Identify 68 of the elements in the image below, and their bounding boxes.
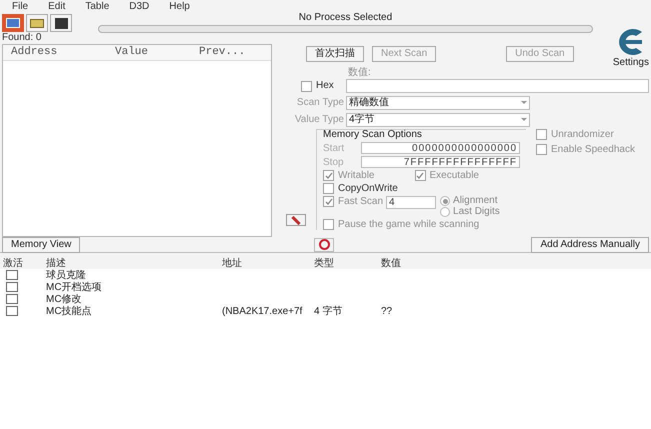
dropdown[interactable]: 精确数值 bbox=[346, 96, 530, 110]
caret-icon bbox=[521, 118, 527, 121]
field-label: Value Type bbox=[294, 113, 345, 127]
table-cell-text: 球员克隆 bbox=[46, 268, 87, 282]
field-label: Stop bbox=[323, 156, 345, 170]
memory-view-button[interactable]: Memory View bbox=[2, 236, 80, 252]
column-header[interactable]: 地址 bbox=[222, 256, 314, 270]
menu-item[interactable]: File bbox=[12, 0, 28, 14]
radio-label: Alignment bbox=[453, 196, 498, 206]
checkbox-label: Unrandomizer bbox=[551, 130, 614, 140]
column-header[interactable]: 描述 bbox=[46, 256, 222, 270]
field-label: Start bbox=[323, 142, 346, 156]
first-scan-button[interactable]: 首次扫描 bbox=[306, 46, 364, 62]
table-cell-text: ?? bbox=[381, 304, 394, 318]
checkbox[interactable] bbox=[6, 306, 18, 316]
checkbox[interactable] bbox=[536, 129, 547, 140]
checkbox-label: Enable Speedhack bbox=[551, 144, 635, 154]
menu-item[interactable]: Edit bbox=[48, 0, 66, 14]
checkbox[interactable] bbox=[323, 183, 334, 194]
computer-icon[interactable] bbox=[2, 14, 24, 32]
radio-button[interactable] bbox=[440, 207, 450, 217]
checkbox[interactable] bbox=[414, 170, 426, 181]
column-header[interactable]: Value bbox=[107, 44, 191, 61]
checkbox[interactable] bbox=[6, 294, 18, 304]
column-header[interactable]: 激活 bbox=[0, 256, 46, 270]
column-header[interactable]: 类型 bbox=[314, 256, 381, 270]
radio-label: Last Digits bbox=[453, 207, 500, 217]
table-cell-text: 4 字节 bbox=[314, 304, 344, 318]
value-label: 数值: bbox=[348, 68, 372, 78]
caret-icon bbox=[521, 101, 527, 104]
table-cell-text: (NBA2K17.exe+7f bbox=[222, 304, 304, 318]
checkbox-label: CopyOnWrite bbox=[338, 184, 398, 194]
table-cell-text: MC技能点 bbox=[46, 304, 93, 318]
column-header[interactable]: Address bbox=[3, 44, 107, 61]
table-cell-text: MC开档选项 bbox=[46, 280, 103, 294]
dropdown[interactable]: 4字节 bbox=[346, 112, 530, 126]
menu-item[interactable]: Table bbox=[85, 0, 110, 14]
panel-title: Memory Scan Options bbox=[323, 130, 423, 140]
settings-link[interactable]: Settings bbox=[612, 58, 649, 68]
checkbox[interactable] bbox=[301, 80, 312, 92]
fast-scan-input[interactable]: 4 bbox=[386, 196, 436, 209]
checkbox-label: Hex bbox=[316, 81, 334, 91]
stop-icon[interactable] bbox=[314, 238, 334, 252]
column-header[interactable]: Prev... bbox=[191, 44, 271, 61]
found-count: Found: 0 bbox=[1, 33, 42, 44]
checkbox-label: Writable bbox=[338, 170, 374, 180]
menu-item[interactable]: D3D bbox=[129, 0, 150, 14]
radio-button[interactable] bbox=[440, 196, 450, 206]
table-cell-text: MC修改 bbox=[46, 292, 83, 306]
menu-item[interactable]: Help bbox=[169, 0, 190, 14]
field-label: Scan Type bbox=[296, 96, 345, 110]
address-field[interactable]: 7FFFFFFFFFFFFFFF bbox=[361, 156, 520, 168]
value-input[interactable] bbox=[346, 79, 649, 93]
folder-icon[interactable] bbox=[26, 14, 48, 32]
save-icon[interactable] bbox=[50, 14, 72, 32]
add-address-button[interactable]: Add Address Manually bbox=[531, 236, 649, 252]
checkbox[interactable] bbox=[323, 219, 334, 230]
checkbox[interactable] bbox=[323, 196, 334, 207]
address-field[interactable]: 0000000000000000 bbox=[361, 142, 520, 154]
checkbox-label: Fast Scan bbox=[338, 196, 384, 206]
process-title: No Process Selected bbox=[298, 13, 392, 23]
checkbox-label: Pause the game while scanning bbox=[338, 220, 480, 230]
column-header[interactable]: 数值 bbox=[381, 256, 441, 270]
checkbox[interactable] bbox=[6, 282, 18, 292]
checkbox[interactable] bbox=[323, 170, 334, 181]
checkbox-label: Executable bbox=[430, 170, 479, 180]
checkbox[interactable] bbox=[6, 270, 18, 280]
checkbox[interactable] bbox=[536, 144, 547, 155]
